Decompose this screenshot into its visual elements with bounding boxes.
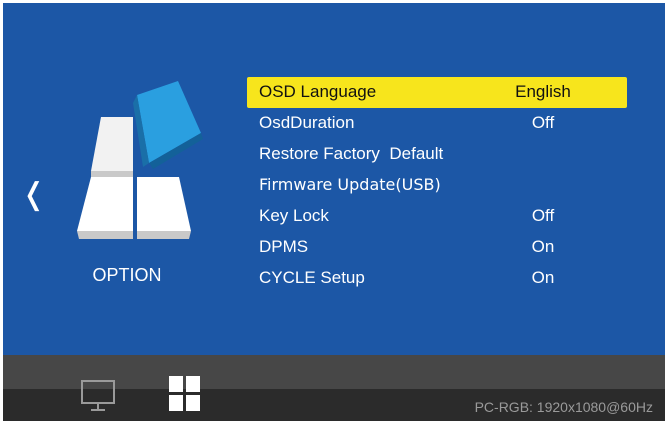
menu-item-value: English: [515, 82, 571, 101]
grid-icon[interactable]: [165, 374, 205, 416]
menu-item-label: Firmware Update(USB): [259, 175, 441, 194]
menu-item-value: On: [531, 237, 555, 256]
menu-item-value: Off: [531, 113, 555, 132]
menu-item-key-lock[interactable]: Key Lock Off: [247, 201, 627, 232]
menu-item-firmware-update[interactable]: Firmware Update(USB): [247, 170, 627, 201]
back-arrow-icon[interactable]: ❬: [21, 175, 46, 215]
signal-info: PC-RGB: 1920x1080@60Hz: [474, 399, 653, 415]
option-cube-icon: [77, 81, 203, 239]
menu-item-label: Key Lock: [259, 206, 329, 225]
menu-item-label: CYCLE Setup: [259, 268, 365, 287]
menu-item-osd-duration[interactable]: OsdDuration Off: [247, 108, 627, 139]
menu-item-label: OSD Language: [259, 82, 377, 101]
menu-item-restore-factory-default[interactable]: Restore Factory Default: [247, 139, 627, 170]
menu-item-value: Off: [531, 206, 555, 225]
monitor-icon[interactable]: [79, 377, 119, 417]
menu-item-dpms[interactable]: DPMS On: [247, 232, 627, 263]
menu-item-osd-language[interactable]: OSD Language English: [247, 77, 627, 108]
option-menu: OSD Language English OsdDuration Off Res…: [247, 77, 627, 294]
menu-item-label: Restore Factory Default: [259, 144, 444, 163]
osd-window: ❬ OPTION OSD Language English OsdDuratio…: [3, 3, 665, 421]
menu-item-label: DPMS: [259, 237, 309, 256]
menu-item-value: On: [531, 268, 555, 287]
section-label: OPTION: [92, 265, 162, 285]
menu-item-cycle-setup[interactable]: CYCLE Setup On: [247, 263, 627, 294]
menu-item-label: OsdDuration: [259, 113, 355, 132]
